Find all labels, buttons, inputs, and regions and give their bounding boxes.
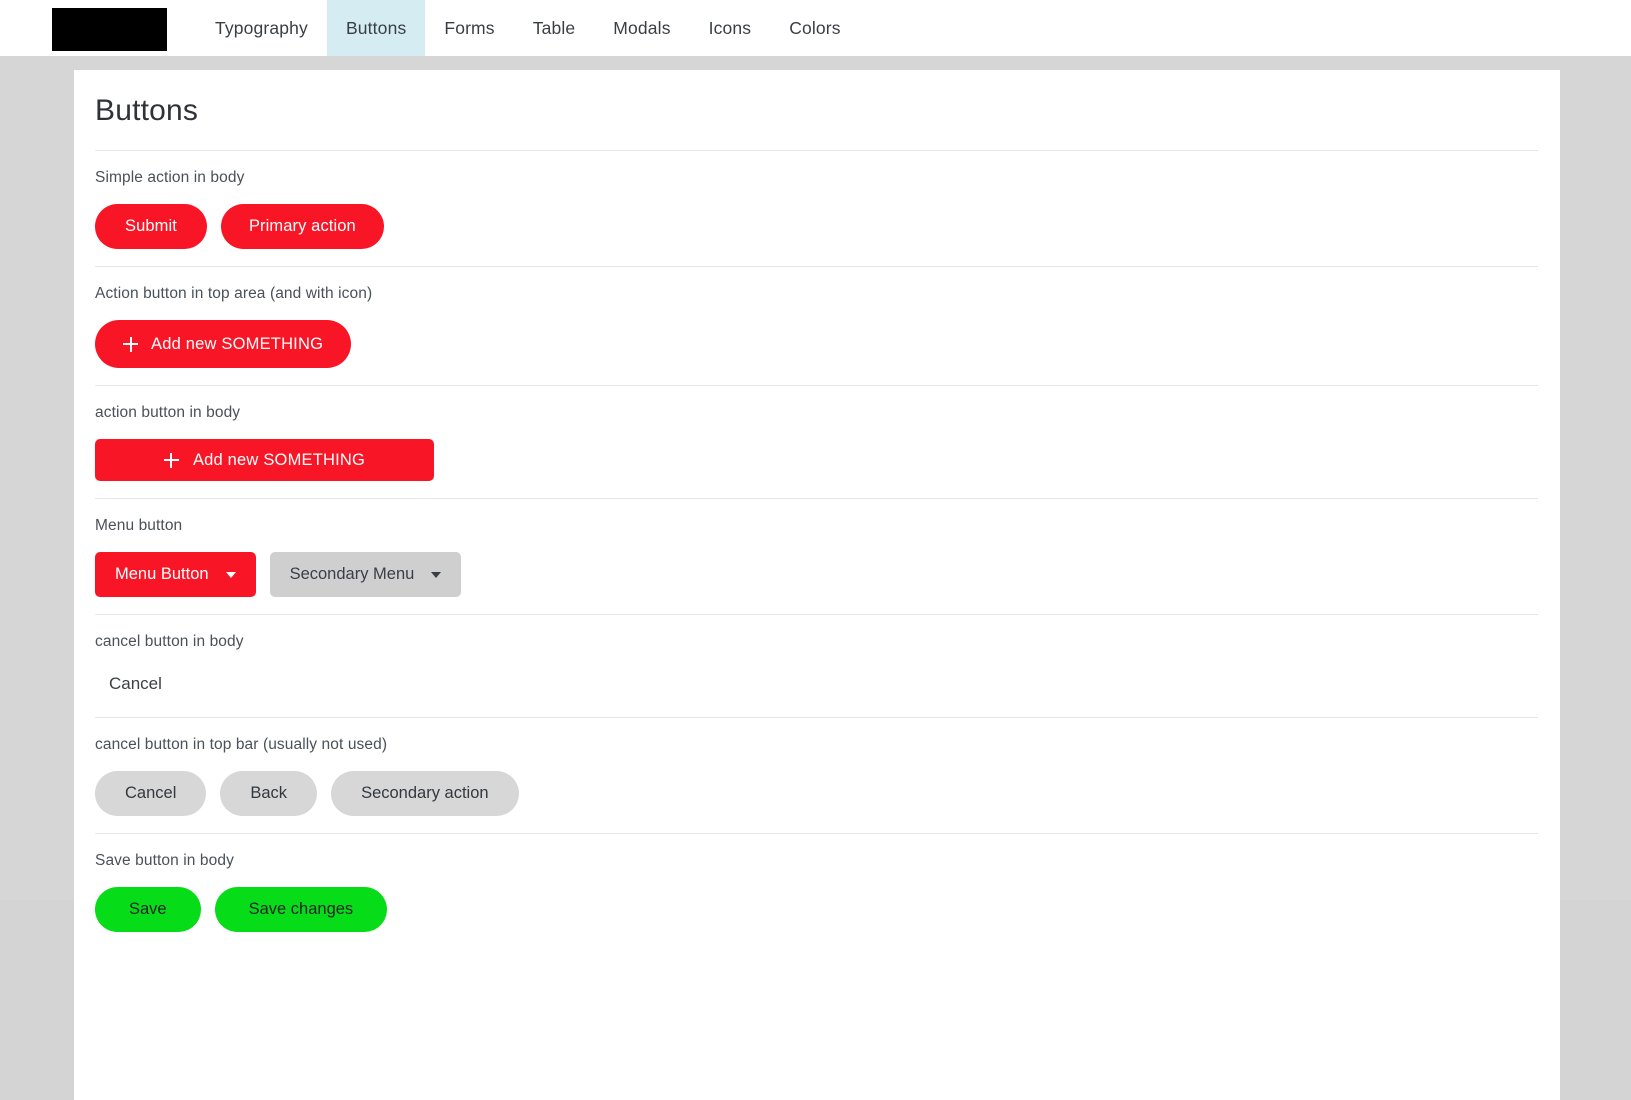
nav-tab-label: Typography (215, 17, 308, 38)
add-new-something-pill-button[interactable]: Add new SOMETHING (95, 320, 352, 368)
section-label: Simple action in body (95, 169, 245, 186)
section-top-area-action: Action button in top area (and with icon… (95, 267, 1532, 385)
nav-tab-modals[interactable]: Modals (594, 0, 689, 56)
section-label: action button in body (95, 404, 241, 421)
nav-tab-label: Colors (789, 17, 841, 38)
section-cancel-body: cancel button in body Cancel (95, 615, 1532, 717)
nav-tab-label: Table (532, 17, 576, 38)
button-row: Save Save changes (95, 887, 1532, 932)
chevron-down-icon (431, 571, 442, 578)
add-new-something-block-button[interactable]: Add new SOMETHING (95, 439, 434, 481)
cancel-button[interactable]: Cancel (95, 771, 207, 816)
section-label: cancel button in top bar (usually not us… (95, 736, 388, 753)
logo-image (52, 5, 167, 51)
section-simple-action: Simple action in body Submit Primary act… (95, 151, 1532, 266)
nav-tab-forms[interactable]: Forms (425, 0, 513, 56)
plus-icon (123, 336, 138, 352)
back-button[interactable]: Back (220, 771, 318, 816)
button-row: Cancel Back Secondary action (95, 771, 1532, 816)
logo[interactable] (52, 0, 172, 56)
nav-tab-label: Icons (708, 17, 752, 38)
save-button[interactable]: Save (95, 887, 201, 932)
plus-icon (163, 452, 179, 468)
content-card: Buttons Simple action in body Submit Pri… (74, 70, 1560, 1100)
menu-button-primary[interactable]: Menu Button (95, 552, 256, 597)
button-label: Menu Button (115, 565, 209, 583)
button-label: Add new SOMETHING (151, 334, 324, 353)
nav-tab-table[interactable]: Table (514, 0, 595, 56)
button-row: Menu Button Secondary Menu (95, 552, 1532, 597)
button-row: Add new SOMETHING (95, 320, 1532, 368)
section-label: Menu button (95, 517, 183, 534)
nav-tab-label: Buttons (345, 17, 407, 38)
button-row: Add new SOMETHING (95, 439, 1532, 481)
secondary-action-button[interactable]: Secondary action (331, 771, 519, 816)
nav-tab-colors[interactable]: Colors (770, 0, 859, 56)
section-cancel-topbar: cancel button in top bar (usually not us… (95, 718, 1532, 833)
nav-tab-typography[interactable]: Typography (196, 0, 327, 56)
nav-tabs: Typography Buttons Forms Table Modals Ic… (196, 0, 860, 56)
button-row: Submit Primary action (95, 204, 1532, 249)
nav-tab-label: Forms (444, 17, 495, 38)
save-changes-button[interactable]: Save changes (214, 887, 388, 932)
submit-button[interactable]: Submit (95, 204, 207, 249)
primary-action-button[interactable]: Primary action (220, 204, 384, 249)
nav-tab-icons[interactable]: Icons (690, 0, 771, 56)
nav-tab-label: Modals (613, 17, 671, 38)
section-menu-button: Menu button Menu Button Secondary Menu (95, 499, 1532, 614)
section-save: Save button in body Save Save changes (95, 834, 1532, 949)
nav-tab-buttons[interactable]: Buttons (326, 0, 426, 56)
section-label: cancel button in body (95, 633, 244, 650)
top-navigation-bar: Typography Buttons Forms Table Modals Ic… (0, 0, 1631, 56)
chevron-down-icon (225, 571, 236, 578)
section-label: Action button in top area (and with icon… (95, 285, 373, 302)
page-background: Buttons Simple action in body Submit Pri… (0, 56, 1631, 1100)
button-label: Secondary Menu (289, 565, 415, 583)
section-body-action: action button in body Add new SOMETHING (95, 386, 1532, 498)
button-row: Cancel (95, 668, 1532, 700)
button-label: Add new SOMETHING (192, 450, 366, 469)
cancel-text-button[interactable]: Cancel (95, 668, 176, 700)
menu-button-secondary[interactable]: Secondary Menu (269, 552, 462, 597)
section-label: Save button in body (95, 852, 234, 869)
page-title: Buttons (95, 94, 199, 127)
